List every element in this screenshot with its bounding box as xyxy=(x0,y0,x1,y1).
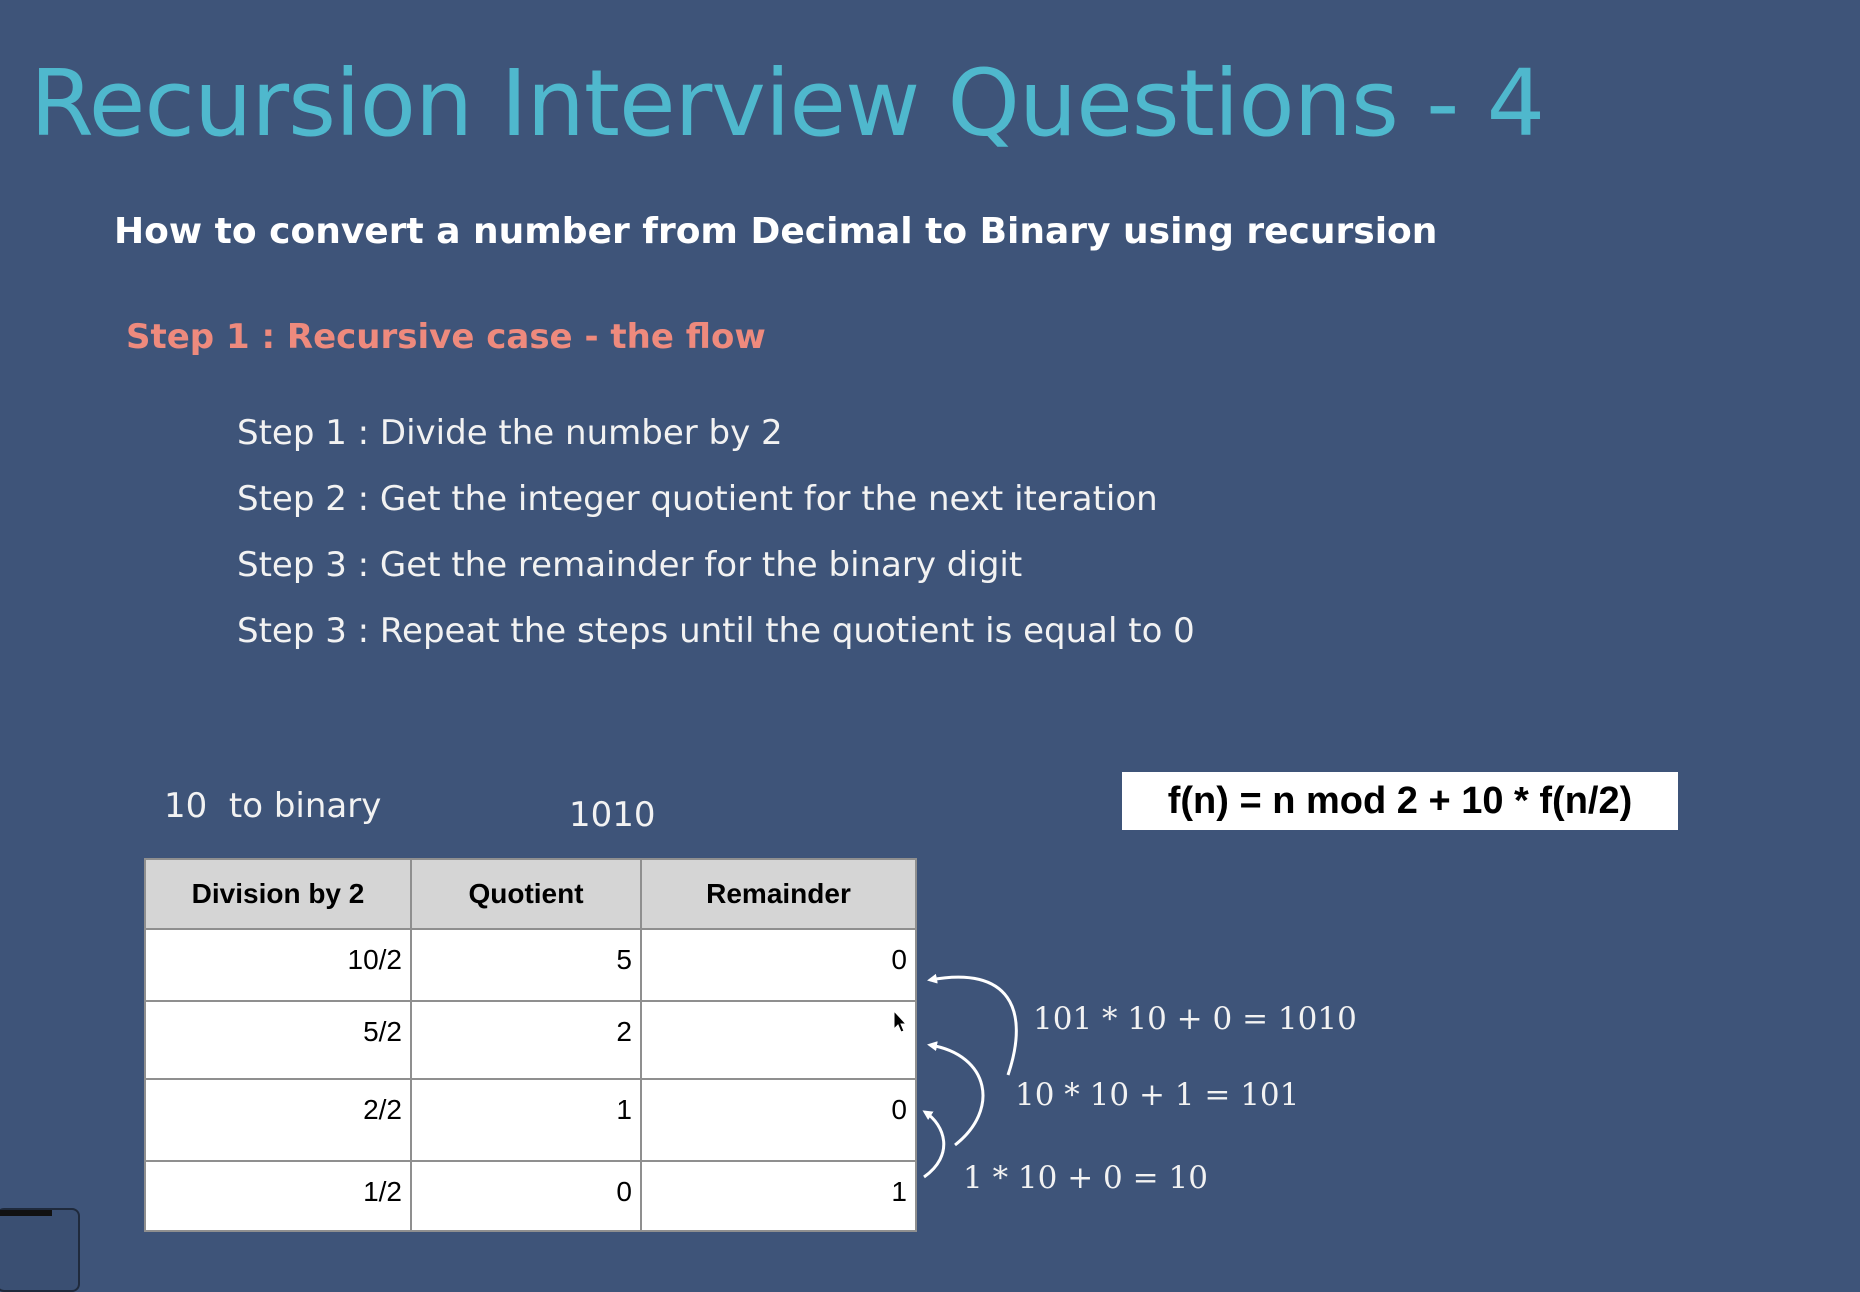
table-cell: 5 xyxy=(410,928,642,1002)
corner-widget xyxy=(0,1208,80,1292)
arrow-icon xyxy=(927,1041,985,1147)
calculation-text: 1 * 10 + 0 = 10 xyxy=(963,1160,1208,1196)
table-cell: 1 xyxy=(640,1160,917,1232)
step-item: Step 2 : Get the integer quotient for th… xyxy=(237,479,1158,519)
calculation-text: 101 * 10 + 0 = 1010 xyxy=(1033,1001,1357,1037)
recursion-formula: f(n) = n mod 2 + 10 * f(n/2) xyxy=(1122,772,1678,830)
table-cell: 0 xyxy=(410,1160,642,1232)
step-heading: Step 1 : Recursive case - the flow xyxy=(126,317,766,357)
slide-subtitle: How to convert a number from Decimal to … xyxy=(114,211,1438,252)
arrow-icon xyxy=(922,1110,946,1179)
step-item: Step 1 : Divide the number by 2 xyxy=(237,413,783,453)
step-list: Step 1 : Divide the number by 2 Step 2 :… xyxy=(237,400,1195,664)
table-cell: 1/2 xyxy=(144,1160,412,1232)
table-cell: 5/2 xyxy=(144,1000,412,1080)
table-row: 2/2 1 0 xyxy=(144,1078,917,1162)
conversion-result: 1010 xyxy=(569,795,656,835)
table-cell: 2/2 xyxy=(144,1078,412,1162)
step-item: Step 3 : Repeat the steps until the quot… xyxy=(237,611,1195,651)
column-header: Quotient xyxy=(410,858,642,930)
table-cell: 0 xyxy=(640,1078,917,1162)
table-cell: 10/2 xyxy=(144,928,412,1002)
conversion-label: 10 to binary xyxy=(164,786,382,826)
arrow-icon xyxy=(927,973,1018,1076)
table-row: 10/2 5 0 xyxy=(144,928,917,1002)
column-header: Division by 2 xyxy=(144,858,412,930)
cursor-icon xyxy=(893,1010,907,1033)
slide-title: Recursion Interview Questions - 4 xyxy=(30,50,1545,157)
step-item: Step 3 : Get the remainder for the binar… xyxy=(237,545,1023,585)
table-row: 5/2 2 xyxy=(144,1000,917,1080)
corner-bar xyxy=(0,1210,52,1216)
division-table: Division by 2 Quotient Remainder 10/2 5 … xyxy=(144,858,917,1232)
table-cell: 1 xyxy=(410,1078,642,1162)
table-header-row: Division by 2 Quotient Remainder xyxy=(144,858,917,930)
table-row: 1/2 0 1 xyxy=(144,1160,917,1232)
table-cell: 2 xyxy=(410,1000,642,1080)
table-cell: 0 xyxy=(640,928,917,1002)
calculation-text: 10 * 10 + 1 = 101 xyxy=(1015,1077,1300,1113)
column-header: Remainder xyxy=(640,858,917,930)
table-cell xyxy=(640,1000,917,1080)
